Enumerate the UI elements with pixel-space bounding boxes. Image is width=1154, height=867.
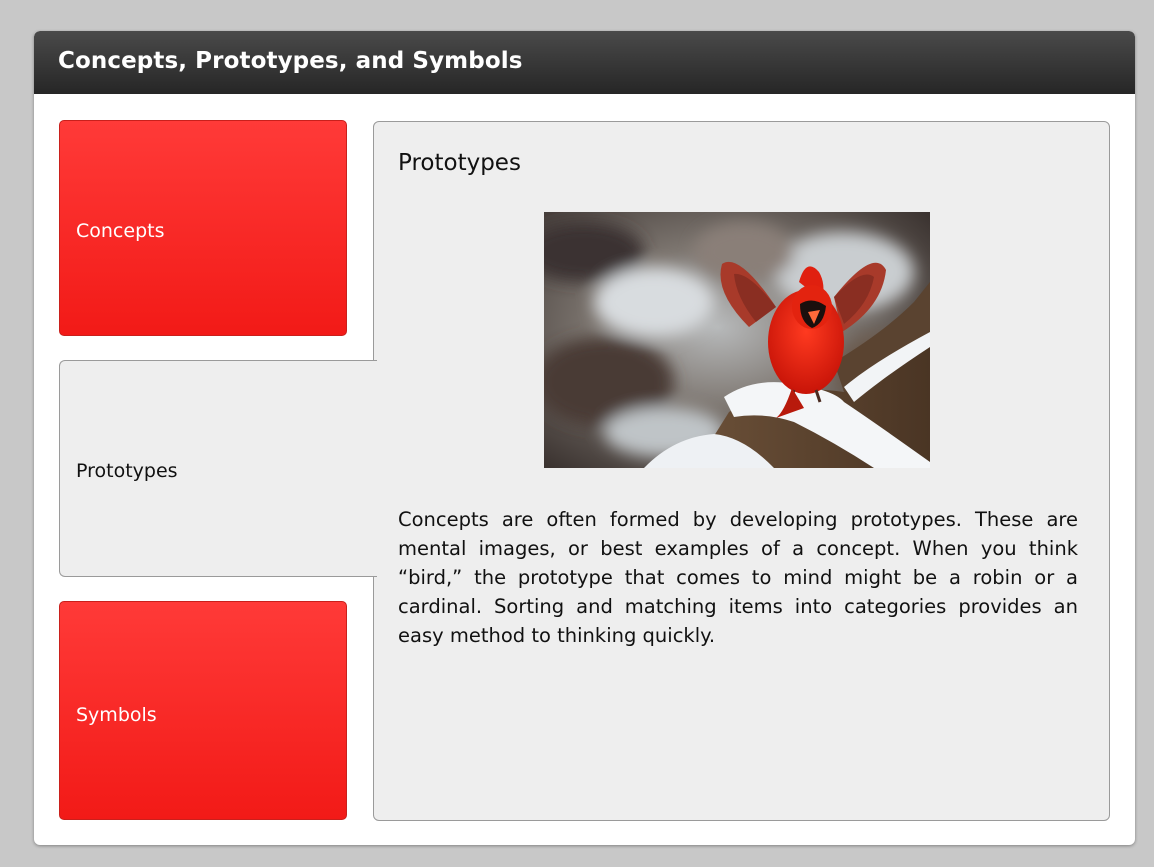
cardinal-bird-photo <box>544 212 930 468</box>
tab-prototypes-label: Prototypes <box>76 460 178 482</box>
content-body: Concepts are often formed by developing … <box>398 508 1078 647</box>
content-heading: Prototypes <box>398 150 521 176</box>
tab-concepts[interactable]: Concepts <box>59 120 347 336</box>
content-panel: Prototypes Concepts are often formed by … <box>373 121 1110 821</box>
tab-symbols-label: Symbols <box>76 704 157 726</box>
tab-symbols[interactable]: Symbols <box>59 601 347 820</box>
slide-card: Concepts, Prototypes, and Symbols Concep… <box>34 31 1135 845</box>
title-bar: Concepts, Prototypes, and Symbols <box>34 31 1135 94</box>
tab-prototypes[interactable]: Prototypes <box>59 360 377 577</box>
page-title: Concepts, Prototypes, and Symbols <box>58 48 523 74</box>
tab-concepts-label: Concepts <box>76 220 165 242</box>
